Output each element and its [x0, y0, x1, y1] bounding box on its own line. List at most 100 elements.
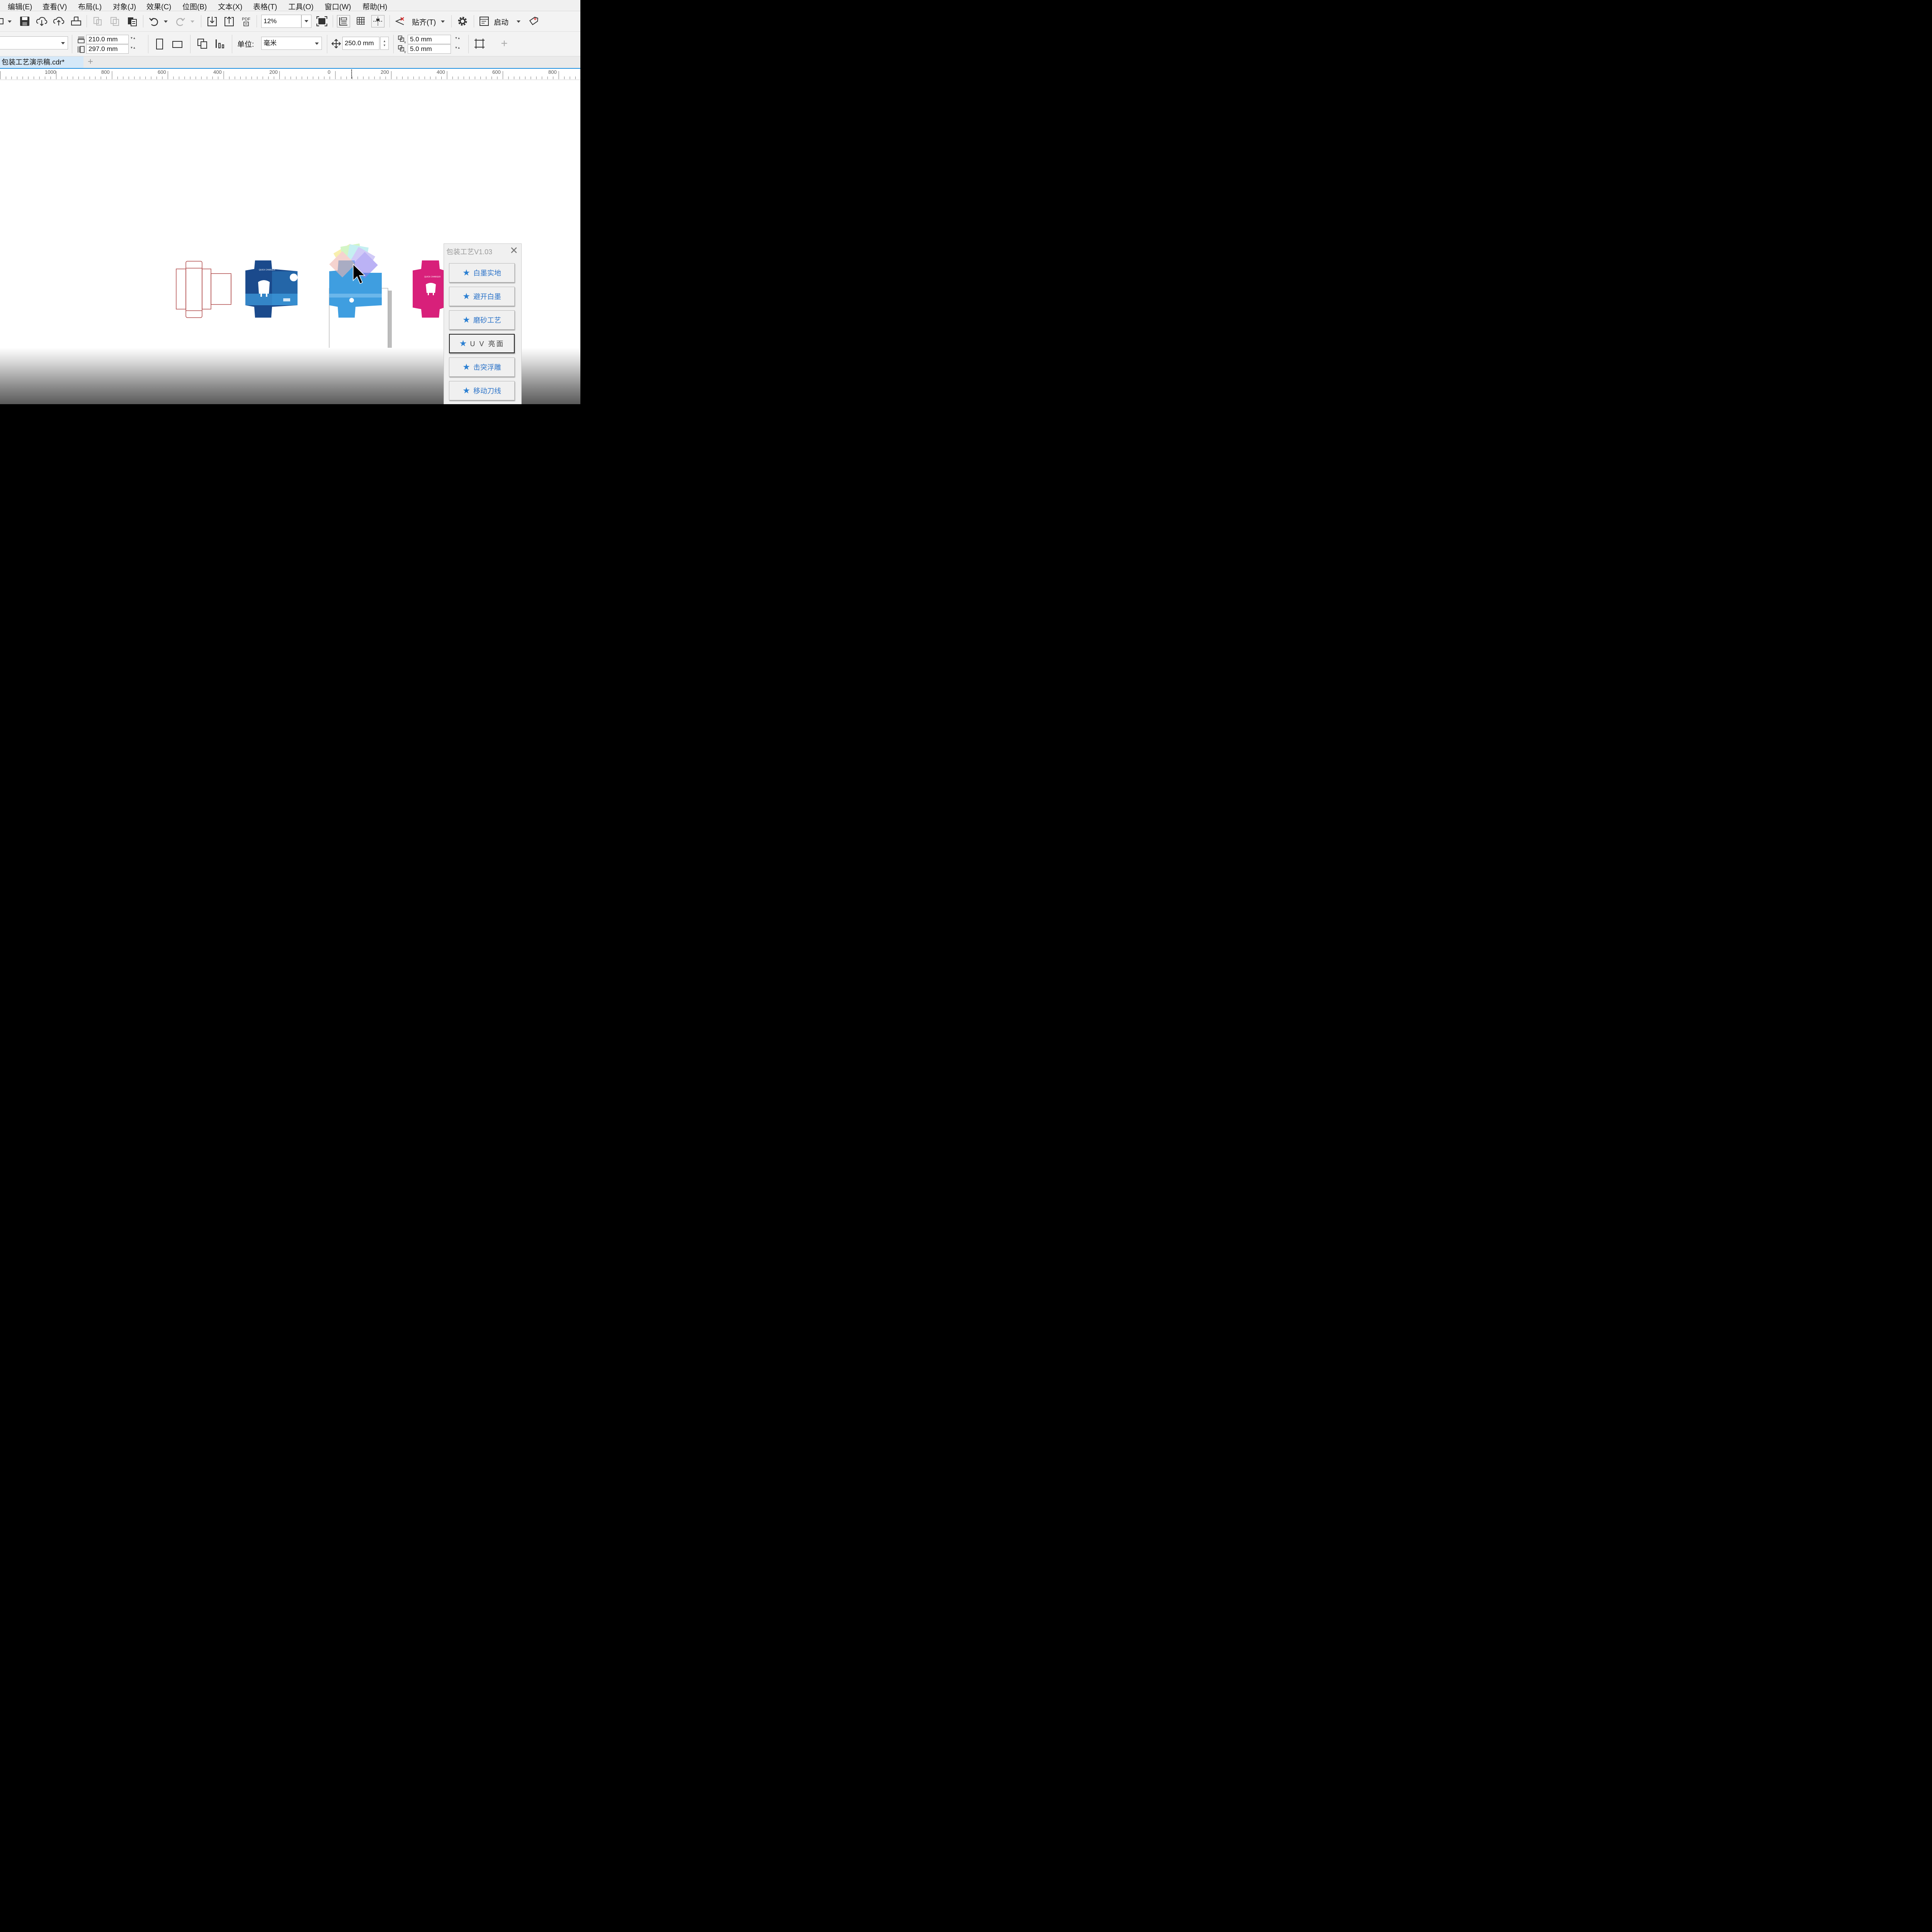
star-icon: ★ [463, 362, 470, 372]
star-icon: ★ [463, 268, 470, 277]
print-icon[interactable] [70, 16, 82, 27]
white-ink-solid-button[interactable]: ★ 白墨实地 [449, 263, 515, 282]
ruler-label: 0 [328, 69, 331, 75]
cut-icon[interactable] [92, 16, 104, 27]
page-size-dropdown[interactable] [0, 36, 68, 49]
corel-window: 编辑(E) 查看(V) 布局(L) 对象(J) 效果(C) 位图(B) 文本(X… [0, 0, 580, 404]
duplicate-x-icon: x [397, 35, 407, 44]
tag-icon[interactable] [527, 15, 539, 27]
svg-text:x: x [404, 40, 406, 44]
show-guidelines-icon[interactable] [371, 15, 384, 27]
cloud-download-icon[interactable] [36, 16, 48, 27]
ruler-label: 200 [381, 69, 389, 75]
star-icon: ★ [459, 338, 467, 348]
launch-dropdown-icon[interactable] [517, 20, 520, 23]
horizontal-ruler[interactable]: 1000 800 600 400 200 0 200 400 600 800 [0, 69, 580, 80]
pdf-label: PDF [242, 17, 250, 22]
unit-select[interactable]: 毫米 [261, 37, 322, 50]
nudge-stepper[interactable]: ▴ ▾ [380, 37, 389, 50]
duplicate-y-input[interactable]: 5.0 mm [408, 44, 451, 54]
redo-dropdown-icon[interactable] [190, 20, 194, 23]
launch-app-icon[interactable] [478, 16, 490, 27]
button-label: 击突浮雕 [473, 364, 501, 371]
show-grid-icon[interactable] [354, 15, 367, 27]
options-gear-icon[interactable] [456, 15, 469, 27]
portrait-icon[interactable] [154, 38, 165, 50]
matte-finish-button[interactable]: ★ 磨砂工艺 [449, 310, 515, 330]
new-tab-button[interactable]: + [86, 57, 95, 67]
uv-gloss-button[interactable]: ★ U V 亮面 [449, 334, 515, 353]
show-rulers-icon[interactable] [337, 15, 350, 27]
menu-object[interactable]: 对象(J) [113, 1, 136, 12]
move-dieline-button[interactable]: ★ 移动刀线 [449, 381, 515, 400]
embossing-button[interactable]: ★ 击突浮雕 [449, 357, 515, 377]
open-icon[interactable] [0, 17, 5, 26]
copy-icon[interactable] [109, 16, 121, 27]
snap-to-button[interactable]: 贴齐(T) [412, 17, 436, 27]
page-height-stepper[interactable]: ▾ ▴ [130, 46, 136, 49]
page-height-icon [77, 45, 86, 54]
panel-title: 包装工艺V1.03 [446, 248, 493, 256]
add-preset-icon[interactable]: + [498, 37, 510, 50]
all-pages-icon[interactable] [196, 37, 209, 50]
page-frame-icon[interactable] [473, 37, 486, 50]
chevron-down-icon [61, 42, 65, 44]
dieline-drawing[interactable] [176, 261, 231, 318]
duplicate-y-stepper[interactable]: ▾ ▴ [452, 46, 463, 49]
landscape-icon[interactable] [171, 38, 184, 50]
ruler-label: 800 [548, 69, 557, 75]
duplicate-x-input[interactable]: 5.0 mm [408, 35, 451, 44]
close-icon[interactable]: ✕ [508, 245, 520, 256]
nudge-distance-icon [331, 38, 342, 49]
full-screen-icon[interactable] [316, 16, 328, 27]
menu-view[interactable]: 查看(V) [43, 1, 67, 12]
avoid-white-ink-button[interactable]: ★ 避开白墨 [449, 287, 515, 306]
open-dropdown-icon[interactable] [8, 20, 12, 23]
zoom-dropdown[interactable] [301, 15, 311, 28]
menu-table[interactable]: 表格(T) [253, 1, 277, 12]
document-tab-bar: 包装工艺演示稿.cdr* + [0, 56, 580, 69]
menu-text[interactable]: 文本(X) [218, 1, 242, 12]
menu-effects[interactable]: 效果(C) [146, 1, 171, 12]
menu-bar: 编辑(E) 查看(V) 布局(L) 对象(J) 效果(C) 位图(B) 文本(X… [0, 0, 580, 11]
ruler-label: 1000 [45, 69, 56, 75]
launch-button[interactable]: 启动 [494, 17, 509, 27]
ruler-label: 800 [101, 69, 110, 75]
ruler-label: 400 [437, 69, 445, 75]
save-icon[interactable] [19, 16, 30, 27]
page-width-input[interactable]: 210.0 mm [86, 35, 129, 44]
export-pdf-icon[interactable]: PDF [240, 16, 252, 27]
unit-label: 单位: [237, 41, 254, 49]
duplicate-x-stepper[interactable]: ▾ ▴ [452, 36, 463, 40]
redo-icon[interactable] [175, 16, 186, 27]
export-icon[interactable] [223, 16, 235, 27]
page-height-input[interactable]: 297.0 mm [86, 44, 129, 54]
zoom-level-input[interactable]: 12% [261, 15, 301, 28]
star-icon: ★ [463, 386, 470, 395]
menu-edit[interactable]: 编辑(E) [8, 1, 32, 12]
undo-icon[interactable] [148, 16, 160, 27]
snap-off-icon[interactable] [394, 15, 406, 27]
standard-toolbar: PDF 12% 贴齐(T) 启动 [0, 11, 580, 32]
paste-icon[interactable] [126, 16, 138, 27]
page-width-stepper[interactable]: ▾ ▴ [130, 36, 136, 40]
menu-help[interactable]: 帮助(H) [362, 1, 387, 12]
property-bar: 210.0 mm ▾ ▴ 297.0 mm ▾ ▴ 单位: 毫米 250.0 m… [0, 32, 580, 56]
cloud-upload-icon[interactable] [53, 16, 65, 27]
import-icon[interactable] [206, 16, 218, 27]
nudge-distance-input[interactable]: 250.0 mm [342, 37, 379, 50]
ruler-label: 400 [213, 69, 222, 75]
menu-bitmap[interactable]: 位图(B) [182, 1, 207, 12]
menu-tools[interactable]: 工具(O) [288, 1, 313, 12]
menu-layout[interactable]: 布局(L) [78, 1, 102, 12]
snap-dropdown-icon[interactable] [441, 20, 445, 23]
document-tab[interactable]: 包装工艺演示稿.cdr* [0, 56, 83, 68]
box-brand-text: QUICK CHARGER [259, 269, 276, 271]
menu-window[interactable]: 窗口(W) [325, 1, 351, 12]
current-page-icon[interactable] [213, 37, 226, 50]
star-icon: ★ [463, 291, 470, 301]
blue-box-artwork[interactable]: QUICK CHARGER [245, 260, 298, 318]
pink-box-artwork[interactable]: QUICK CHARGER [413, 260, 444, 318]
separator [393, 35, 394, 53]
undo-dropdown-icon[interactable] [164, 20, 168, 23]
